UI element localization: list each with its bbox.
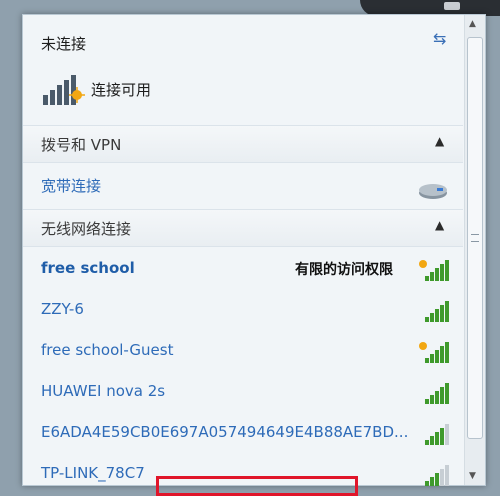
modem-icon — [419, 184, 447, 199]
wifi-signal-icon — [425, 465, 449, 486]
network-name: E6ADA4E59CB0E697A057494649E4B88AE7BD... — [41, 423, 409, 441]
dialup-vpn-header[interactable]: 拨号和 VPN ▲ — [23, 125, 463, 163]
scrollbar[interactable]: ▲ ▼ — [464, 15, 485, 485]
wifi-signal-icon — [425, 424, 449, 445]
scrollbar-thumb[interactable] — [467, 37, 483, 439]
wireless-header[interactable]: 无线网络连接 ▲ — [23, 209, 463, 247]
highlight-annotation — [156, 476, 358, 496]
wifi-signal-icon — [425, 383, 449, 404]
security-warning-icon — [419, 260, 427, 268]
grip-icon — [471, 234, 479, 242]
list-item[interactable]: free school-Guest — [23, 331, 463, 371]
list-item[interactable]: HUAWEI nova 2s — [23, 372, 463, 412]
network-status: 有限的访问权限 — [295, 262, 393, 278]
wifi-signal-icon — [419, 342, 449, 363]
collapse-chevron-icon[interactable]: ▲ — [435, 134, 444, 148]
network-flyout: 未连接 ⇆ 连接可用 拨号和 VPN ▲ 宽带连接 无线网络连接 ▲ free … — [22, 14, 486, 486]
scroll-down-icon[interactable]: ▼ — [469, 471, 476, 481]
list-item[interactable]: ZZY-6 — [23, 290, 463, 330]
list-item[interactable]: free school 有限的访问权限 — [23, 249, 463, 289]
list-item-broadband[interactable]: 宽带连接 — [23, 165, 463, 205]
wifi-signal-icon — [419, 260, 449, 281]
signal-available-icon — [43, 75, 85, 105]
collapse-chevron-icon[interactable]: ▲ — [435, 218, 444, 232]
network-name: TP-LINK_78C7 — [41, 464, 145, 482]
network-name: HUAWEI nova 2s — [41, 382, 166, 400]
network-name: free school — [41, 259, 135, 277]
broadband-connection-name: 宽带连接 — [41, 177, 102, 195]
dialup-vpn-header-label: 拨号和 VPN — [41, 136, 122, 154]
wireless-header-label: 无线网络连接 — [41, 220, 132, 238]
wifi-signal-icon — [425, 301, 449, 322]
security-warning-icon — [419, 342, 427, 350]
scroll-up-icon[interactable]: ▲ — [469, 19, 476, 29]
connection-status-title: 未连接 — [41, 35, 87, 53]
network-name: ZZY-6 — [41, 300, 84, 318]
list-item[interactable]: E6ADA4E59CB0E697A057494649E4B88AE7BD... — [23, 413, 463, 453]
connection-available-label: 连接可用 — [91, 81, 152, 99]
refresh-icon[interactable]: ⇆ — [433, 29, 446, 48]
taskbar-highlight — [444, 2, 460, 10]
network-name: free school-Guest — [41, 341, 174, 359]
